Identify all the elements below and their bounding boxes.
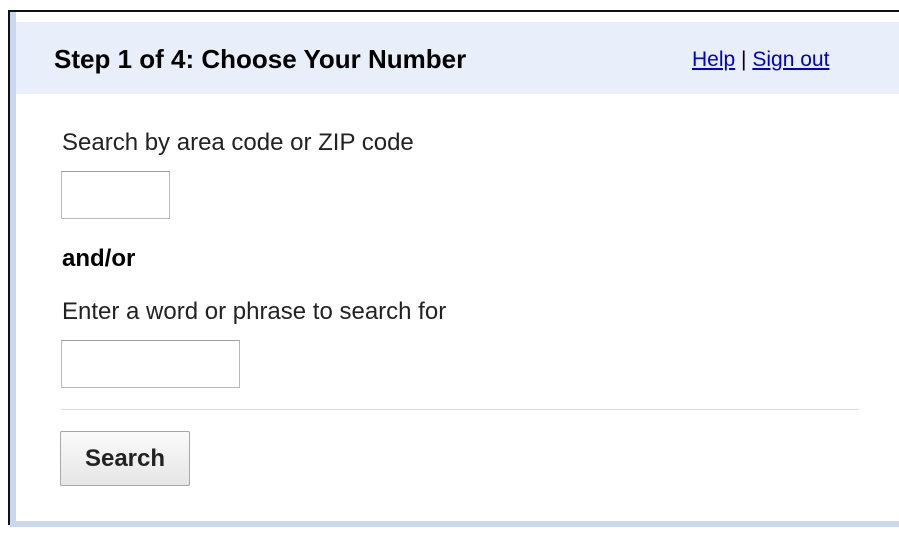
phrase-label: Enter a word or phrase to search for [62,298,447,325]
area-code-label: Search by area code or ZIP code [62,129,414,156]
help-link[interactable]: Help [692,48,735,71]
frame-bottom-border [10,521,899,527]
header-links: Help | Sign out [692,48,829,72]
sign-out-link[interactable]: Sign out [752,48,829,71]
search-button[interactable]: Search [60,431,190,486]
divider [61,409,859,410]
page-title: Step 1 of 4: Choose Your Number [54,44,467,74]
link-separator: | [741,48,747,71]
area-code-input[interactable] [61,171,170,219]
phrase-input[interactable] [61,340,240,388]
step-header: Step 1 of 4: Choose Your Number Help | S… [16,22,899,94]
and-or-label: and/or [62,245,136,272]
